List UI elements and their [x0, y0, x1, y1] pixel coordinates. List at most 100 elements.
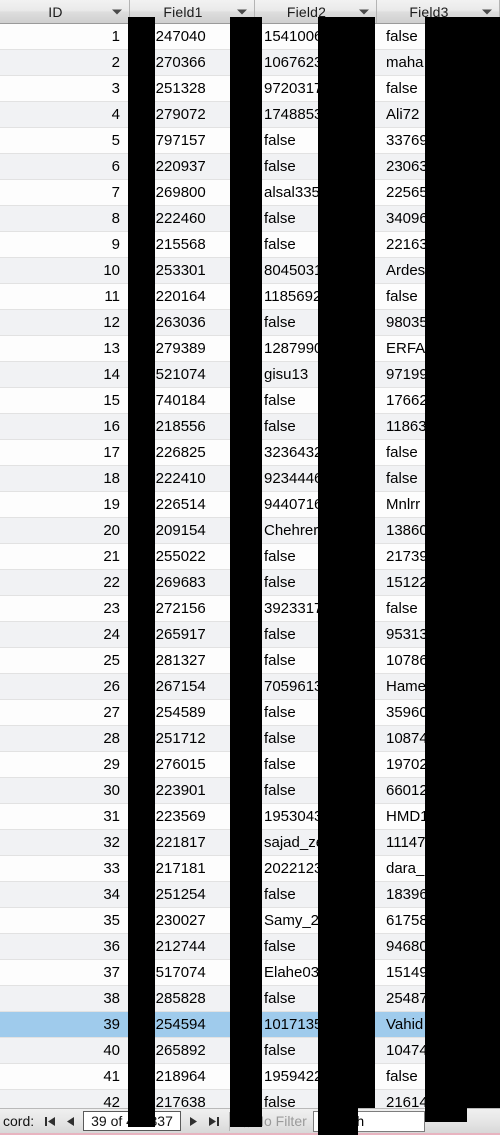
cell-field3[interactable]: Vahid — [377, 1012, 500, 1037]
cell-field1[interactable]: 91270366 — [130, 50, 255, 75]
go-to-previous-record-icon[interactable] — [60, 1110, 80, 1132]
cell-field3[interactable]: Ardes — [377, 258, 500, 283]
cell-field1[interactable]: 91255022 — [130, 544, 255, 569]
cell-id[interactable]: 19 — [0, 492, 130, 517]
table-row[interactable]: 38 91285828 false 25487 — [0, 986, 500, 1012]
cell-field3[interactable]: 19702 — [377, 752, 500, 777]
table-row[interactable]: 8 91222460 false 34096 — [0, 206, 500, 232]
cell-field3[interactable]: Ali72 — [377, 102, 500, 127]
table-row[interactable]: 32 91221817 sajad_ze 11147 — [0, 830, 500, 856]
table-row[interactable]: 12 91263036 false 98035 — [0, 310, 500, 336]
cell-id[interactable]: 29 — [0, 752, 130, 777]
table-row[interactable]: 33 91217181 2022123 dara_ — [0, 856, 500, 882]
cell-field1[interactable]: 91223901 — [130, 778, 255, 803]
table-row[interactable]: 21 91255022 false 21739 — [0, 544, 500, 570]
cell-field1[interactable]: 91740184 — [130, 388, 255, 413]
cell-field2[interactable]: 7059613 — [255, 674, 377, 699]
chevron-down-icon[interactable] — [482, 9, 492, 14]
cell-id[interactable]: 10 — [0, 258, 130, 283]
go-to-first-record-icon[interactable] — [40, 1110, 60, 1132]
cell-field1[interactable]: 91265917 — [130, 622, 255, 647]
cell-field3[interactable]: 10474 — [377, 1038, 500, 1063]
table-row[interactable]: 5 91797157 false 33769 — [0, 128, 500, 154]
cell-field1[interactable]: 91212744 — [130, 934, 255, 959]
cell-field3[interactable]: 10786 — [377, 648, 500, 673]
cell-field2[interactable]: false — [255, 128, 377, 153]
table-row[interactable]: 16 91218556 false 11863 — [0, 414, 500, 440]
cell-field2[interactable]: false — [255, 778, 377, 803]
cell-id[interactable]: 18 — [0, 466, 130, 491]
cell-field2[interactable]: 1959422 — [255, 1064, 377, 1089]
cell-field2[interactable]: false — [255, 232, 377, 257]
cell-field3[interactable]: 95313 — [377, 622, 500, 647]
cell-id[interactable]: 23 — [0, 596, 130, 621]
table-row[interactable]: 42 91217638 false 21614 — [0, 1090, 500, 1108]
cell-field1[interactable]: 91226514 — [130, 492, 255, 517]
cell-field1[interactable]: 91223569 — [130, 804, 255, 829]
cell-field1[interactable]: 91226825 — [130, 440, 255, 465]
cell-field3[interactable]: 34096 — [377, 206, 500, 231]
cell-field1[interactable]: 91215568 — [130, 232, 255, 257]
cell-id[interactable]: 21 — [0, 544, 130, 569]
table-row[interactable]: 24 91265917 false 95313 — [0, 622, 500, 648]
chevron-down-icon[interactable] — [112, 9, 122, 14]
cell-field3[interactable]: 23063 — [377, 154, 500, 179]
cell-field1[interactable]: 91220937 — [130, 154, 255, 179]
column-header-id[interactable]: ID — [0, 0, 130, 23]
cell-id[interactable]: 6 — [0, 154, 130, 179]
cell-field1[interactable]: 91217638 — [130, 1090, 255, 1108]
cell-field3[interactable]: 61758 — [377, 908, 500, 933]
cell-field1[interactable]: 91251254 — [130, 882, 255, 907]
cell-id[interactable]: 16 — [0, 414, 130, 439]
cell-id[interactable]: 15 — [0, 388, 130, 413]
table-row[interactable]: 10 91253301 8045031 Ardes — [0, 258, 500, 284]
cell-id[interactable]: 14 — [0, 362, 130, 387]
cell-field3[interactable]: 98035 — [377, 310, 500, 335]
cell-field2[interactable]: 2022123 — [255, 856, 377, 881]
table-row[interactable]: 7 91269800 alsal335 22565 — [0, 180, 500, 206]
search-input[interactable]: Search — [312, 1110, 425, 1132]
cell-field1[interactable]: 91263036 — [130, 310, 255, 335]
cell-field3[interactable]: 97199 — [377, 362, 500, 387]
cell-field1[interactable]: 91279389 — [130, 336, 255, 361]
cell-field3[interactable]: 35960 — [377, 700, 500, 725]
cell-field2[interactable]: alsal335 — [255, 180, 377, 205]
cell-field3[interactable]: 18396 — [377, 882, 500, 907]
cell-field3[interactable]: 11147 — [377, 830, 500, 855]
cell-field1[interactable]: 91269800 — [130, 180, 255, 205]
cell-field3[interactable]: false — [377, 1064, 500, 1089]
table-row[interactable]: 29 91276015 false 19702 — [0, 752, 500, 778]
table-row[interactable]: 27 91254589 false 35960 — [0, 700, 500, 726]
cell-field1[interactable]: 91221817 — [130, 830, 255, 855]
cell-field3[interactable]: 21614 — [377, 1090, 500, 1108]
cell-field2[interactable]: 1185692 — [255, 284, 377, 309]
table-row[interactable]: 34 91251254 false 18396 — [0, 882, 500, 908]
cell-id[interactable]: 42 — [0, 1090, 130, 1108]
cell-id[interactable]: 4 — [0, 102, 130, 127]
cell-field2[interactable]: 1748853 — [255, 102, 377, 127]
cell-field2[interactable]: 1541006 — [255, 24, 377, 49]
table-row[interactable]: 3 91251328 9720317 false — [0, 76, 500, 102]
cell-field1[interactable]: 91276015 — [130, 752, 255, 777]
cell-field3[interactable]: dara_ — [377, 856, 500, 881]
cell-id[interactable]: 22 — [0, 570, 130, 595]
go-to-next-record-icon[interactable] — [184, 1110, 204, 1132]
cell-id[interactable]: 7 — [0, 180, 130, 205]
cell-id[interactable]: 11 — [0, 284, 130, 309]
cell-field2[interactable]: false — [255, 388, 377, 413]
cell-id[interactable]: 40 — [0, 1038, 130, 1063]
table-row[interactable]: 22 91269683 false 15122 — [0, 570, 500, 596]
cell-field3[interactable]: 15149 — [377, 960, 500, 985]
cell-id[interactable]: 20 — [0, 518, 130, 543]
cell-field3[interactable]: ERFA — [377, 336, 500, 361]
cell-id[interactable]: 38 — [0, 986, 130, 1011]
cell-field3[interactable]: 17662 — [377, 388, 500, 413]
table-row[interactable]: 23 91272156 3923317 false — [0, 596, 500, 622]
cell-field1[interactable]: 91253301 — [130, 258, 255, 283]
cell-field2[interactable]: false — [255, 882, 377, 907]
cell-id[interactable]: 2 — [0, 50, 130, 75]
cell-field1[interactable]: 91251712 — [130, 726, 255, 751]
table-row[interactable]: 25 91281327 false 10786 — [0, 648, 500, 674]
cell-field1[interactable]: 91267154 — [130, 674, 255, 699]
cell-field2[interactable]: false — [255, 700, 377, 725]
